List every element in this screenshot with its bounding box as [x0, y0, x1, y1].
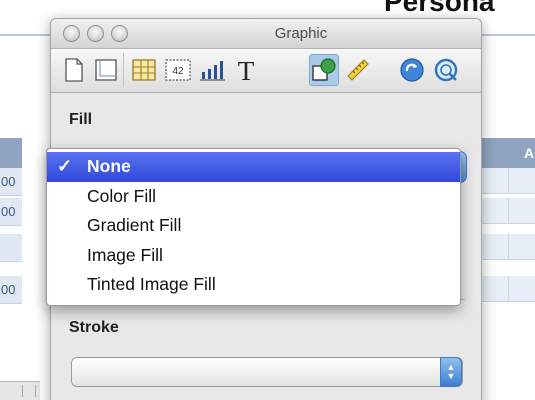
stroke-section-label: Stroke	[69, 319, 119, 336]
up-down-arrows-icon: ▲ ▼	[440, 357, 462, 387]
table-cell[interactable]	[478, 198, 535, 224]
document-icon	[65, 58, 83, 82]
window-title: Graphic	[274, 25, 328, 42]
inspector-toolbar: 42 T	[51, 49, 481, 93]
menu-item-tinted-image-fill[interactable]: Tinted Image Fill	[47, 270, 460, 300]
quicktime-inspector-button[interactable]	[431, 54, 461, 86]
stroke-popup-button[interactable]: ▲ ▼	[71, 357, 463, 387]
table-cell[interactable]: 00	[0, 276, 22, 304]
table-cell[interactable]	[478, 168, 535, 194]
link-icon	[400, 58, 424, 82]
document-inspector-button[interactable]	[59, 54, 89, 86]
ruler-icon	[347, 59, 369, 81]
table-icon	[132, 59, 156, 81]
graphic-icon	[312, 58, 336, 81]
metrics-inspector-button[interactable]	[343, 54, 373, 86]
document-title: Persona	[384, 0, 495, 17]
format-inspector-button[interactable]: 42	[163, 54, 193, 86]
graphic-inspector-button[interactable]	[309, 54, 339, 86]
layout-icon	[95, 59, 117, 81]
text-icon: T	[238, 56, 255, 84]
horizontal-scrollbar[interactable]	[0, 381, 40, 400]
resize-grip-icon[interactable]	[22, 385, 36, 397]
toolbar-separator	[123, 53, 124, 87]
layout-inspector-button[interactable]	[91, 54, 121, 86]
quicktime-icon	[434, 58, 458, 82]
menu-item-none[interactable]: ✓ None	[47, 152, 460, 182]
menu-item-label: Image Fill	[87, 244, 163, 265]
menu-item-color-fill[interactable]: Color Fill	[47, 182, 460, 212]
text-inspector-button[interactable]: T	[231, 54, 261, 86]
chart-inspector-button[interactable]	[197, 54, 227, 86]
fill-section-label: Fill	[69, 111, 93, 128]
menu-item-label: None	[87, 156, 131, 176]
menu-item-gradient-fill[interactable]: Gradient Fill	[47, 211, 460, 241]
table-header-left	[0, 138, 22, 168]
table-cell[interactable]	[478, 234, 535, 260]
table-cell[interactable]	[0, 234, 22, 262]
svg-text:T: T	[238, 56, 255, 84]
menu-item-image-fill[interactable]: Image Fill	[47, 241, 460, 271]
checkmark-icon: ✓	[57, 156, 73, 176]
menu-item-label: Gradient Fill	[87, 215, 182, 235]
table-cell[interactable]	[478, 276, 535, 302]
table-cell[interactable]: 00	[0, 168, 22, 196]
fill-dropdown-menu: ✓ None Color Fill Gradient Fill Image Fi…	[46, 148, 461, 306]
table-cell[interactable]: 00	[0, 198, 22, 226]
title-bar[interactable]: Graphic	[51, 19, 481, 49]
menu-item-label: Color Fill	[87, 185, 157, 206]
hyperlink-inspector-button[interactable]	[397, 54, 427, 86]
cell-format-icon: 42	[165, 59, 191, 81]
table-inspector-button[interactable]	[129, 54, 159, 86]
chart-icon	[200, 61, 225, 81]
svg-text:42: 42	[172, 66, 184, 77]
table-header-right: A	[478, 138, 535, 168]
menu-item-label: Tinted Image Fill	[87, 274, 216, 294]
